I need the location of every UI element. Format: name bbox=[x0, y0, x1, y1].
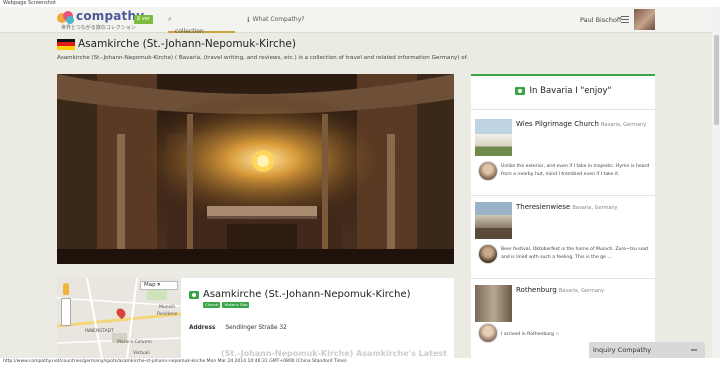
beta-badge: β ver bbox=[134, 15, 153, 24]
spot-name: Asamkirche (St.-Johann-Nepomuk-Kirche) bbox=[203, 289, 411, 300]
tag-historic-site[interactable]: Historic Site bbox=[222, 302, 250, 308]
collapse-icon[interactable] bbox=[691, 349, 697, 351]
street-view-pegman-icon[interactable] bbox=[63, 283, 69, 295]
spot-address: Address Sendlinger Straße 32 bbox=[189, 325, 287, 331]
spot-thumbnail[interactable] bbox=[475, 285, 512, 322]
hamburger-menu-icon[interactable] bbox=[621, 16, 629, 23]
spot-thumbnail[interactable] bbox=[475, 119, 512, 156]
scrollbar-thumb[interactable] bbox=[714, 35, 719, 125]
spot-item[interactable]: Wies Pilgrimage Church Bavaria, Germany U… bbox=[471, 113, 655, 196]
latest-heading: (St.-Johann-Nepomuk-Kirche) Asamkirche's… bbox=[221, 349, 447, 358]
logo-tagline: 世界とつながる旅のコレクション bbox=[61, 25, 136, 31]
inquiry-tab[interactable]: Inquiry Compathy bbox=[589, 342, 705, 358]
info-icon: ℹ bbox=[247, 16, 250, 24]
spot-title[interactable]: Wies Pilgrimage Church Bavaria, Germany bbox=[516, 120, 646, 128]
commenter-avatar[interactable] bbox=[478, 161, 498, 181]
user-avatar[interactable] bbox=[634, 9, 655, 30]
commenter-avatar[interactable] bbox=[478, 323, 498, 343]
spot-thumbnail[interactable] bbox=[475, 202, 512, 239]
spot-tags: Church Historic Site bbox=[203, 302, 250, 308]
spot-comment: Unlike the exterior, and even if I take … bbox=[501, 164, 650, 177]
inquiry-label: Inquiry Compathy bbox=[593, 346, 652, 354]
browser-viewport: compathy 世界とつながる旅のコレクション β ver ⌕ Look fo… bbox=[0, 7, 720, 358]
spot-title[interactable]: Rothenburg Bavaria, Germany bbox=[516, 286, 604, 294]
screenshot-label: Webpage Screenshot bbox=[3, 0, 56, 6]
map-type-button[interactable]: Map ▾ bbox=[140, 281, 178, 290]
map-label: Viktuali bbox=[133, 351, 150, 356]
address-label: Address bbox=[189, 325, 216, 331]
compathy-logo[interactable]: compathy 世界とつながる旅のコレクション bbox=[57, 9, 144, 31]
spot-item[interactable]: Theresienwiese Bavaria, Germany Beer fest… bbox=[471, 196, 655, 279]
spot-info-title: Asamkirche (St.-Johann-Nepomuk-Kirche) bbox=[189, 289, 411, 300]
hero-photo[interactable] bbox=[57, 74, 454, 264]
nav-look-for-collection[interactable]: ⌕ Look for a collection bbox=[168, 7, 235, 35]
sidebar-title: In Bavaria I "enjoy" bbox=[529, 86, 612, 96]
search-icon: ⌕ bbox=[168, 15, 172, 23]
nav-label: What Compathy? bbox=[252, 16, 305, 23]
camera-icon bbox=[514, 87, 525, 95]
address-value: Sendlinger Straße 32 bbox=[225, 325, 287, 331]
divider bbox=[471, 109, 655, 110]
spot-comment: Beer festival, Oktoberfest is the home o… bbox=[501, 247, 649, 260]
church-interior-illustration bbox=[57, 74, 454, 264]
tag-church[interactable]: Church bbox=[203, 302, 221, 308]
map-streets bbox=[57, 278, 181, 358]
spot-comment: I arrived in Rothenburg ☆ bbox=[501, 332, 560, 337]
location-map[interactable]: Map ▾ Munich Residenz INNENSTADT Marie's… bbox=[57, 278, 181, 358]
page-description: Asamkirche (St.-Johann-Nepomuk-Kirche) (… bbox=[57, 55, 469, 61]
map-label: Marie's Column bbox=[117, 340, 152, 345]
sidebar-recommendations: In Bavaria I "enjoy" Wies Pilgrimage Chu… bbox=[471, 74, 655, 358]
map-label: INNENSTADT bbox=[85, 329, 114, 334]
map-label: Residenz bbox=[157, 312, 178, 317]
spot-title[interactable]: Theresienwiese Bavaria, Germany bbox=[516, 203, 618, 211]
page-title-row: Asamkirche (St.-Johann-Nepomuk-Kirche) bbox=[57, 37, 296, 51]
germany-flag-icon bbox=[57, 38, 75, 50]
status-bar-url: http://www.compathy.net/countries/german… bbox=[3, 359, 347, 364]
logo-mark-icon bbox=[57, 11, 74, 24]
camera-icon bbox=[189, 290, 199, 299]
nav-what-compathy[interactable]: ℹ What Compathy? bbox=[247, 7, 304, 33]
commenter-avatar[interactable] bbox=[478, 244, 498, 264]
site-header: compathy 世界とつながる旅のコレクション β ver ⌕ Look fo… bbox=[0, 7, 720, 35]
page-title: Asamkirche (St.-Johann-Nepomuk-Kirche) bbox=[78, 38, 296, 50]
map-label: Munich bbox=[159, 305, 176, 310]
sidebar-header: In Bavaria I "enjoy" bbox=[471, 86, 655, 96]
map-zoom-control[interactable] bbox=[61, 298, 71, 326]
user-name[interactable]: Paul Bischoff bbox=[580, 7, 621, 33]
spot-info-card: Asamkirche (St.-Johann-Nepomuk-Kirche) C… bbox=[181, 278, 454, 358]
